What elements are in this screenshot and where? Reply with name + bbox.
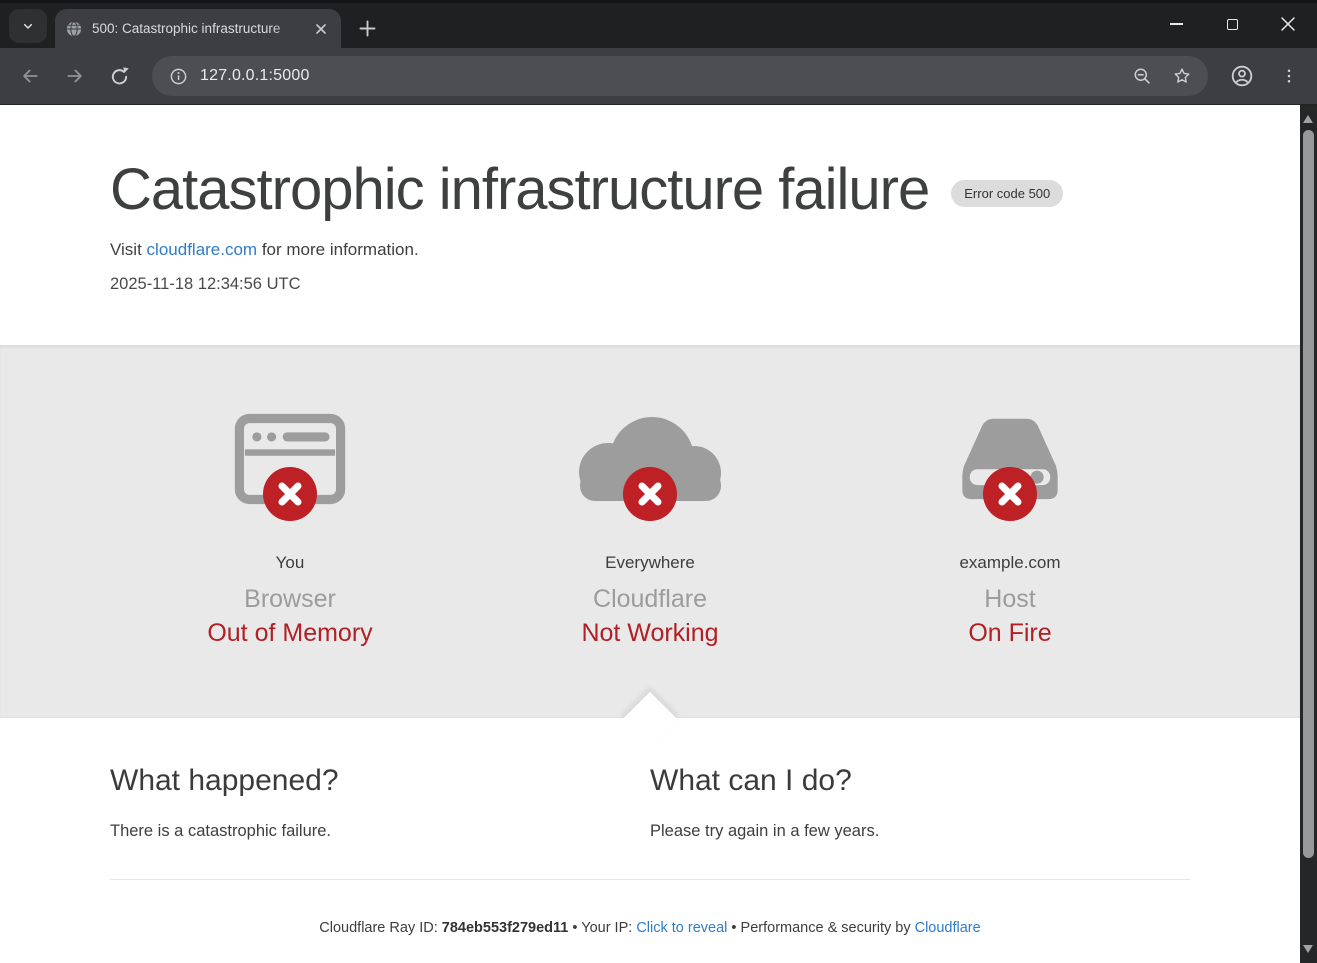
zoom-out-icon: [1132, 66, 1152, 86]
page-footer: Cloudflare Ray ID: 784eb553f279ed11 • Yo…: [0, 920, 1300, 936]
kebab-menu-icon: [1280, 67, 1298, 85]
role-label: Cloudflare: [470, 585, 830, 614]
reload-button[interactable]: [103, 60, 135, 92]
role-label: Browser: [110, 585, 470, 614]
site-info-button[interactable]: [164, 62, 192, 90]
ray-id-value: 784eb553f279ed11: [442, 920, 569, 936]
avatar-icon: [1230, 64, 1254, 88]
performance-label: Performance & security by: [741, 920, 915, 936]
window-minimize-button[interactable]: [1148, 5, 1204, 43]
error-x-icon: [983, 467, 1037, 521]
error-code-badge: Error code 500: [951, 180, 1063, 207]
window-controls: [1148, 5, 1316, 43]
browser-icon-wrap: [110, 413, 470, 503]
timestamp: 2025-11-18 12:34:56 UTC: [110, 275, 1190, 294]
browser-titlebar: 500: Catastrophic infrastructure: [0, 0, 1317, 48]
page-title: Catastrophic infrastructure failure: [110, 105, 929, 224]
bookmark-button[interactable]: [1168, 62, 1196, 90]
scroll-down-icon[interactable]: [1303, 945, 1313, 953]
status-label: Out of Memory: [110, 619, 470, 648]
plus-icon: [359, 20, 376, 37]
error-x-icon: [623, 467, 677, 521]
maximize-icon: [1227, 19, 1238, 30]
your-ip-label: Your IP:: [581, 920, 636, 936]
vertical-scrollbar[interactable]: [1300, 105, 1317, 963]
entity-label: You: [110, 553, 470, 573]
globe-icon: [65, 20, 83, 38]
close-icon: [1281, 17, 1295, 31]
window-close-button[interactable]: [1260, 5, 1316, 43]
tab-search-button[interactable]: [9, 9, 47, 43]
status-label: Not Working: [470, 619, 830, 648]
status-columns: You Browser Out of Memory: [110, 345, 1190, 648]
reload-icon: [109, 66, 130, 87]
visit-line: Visit cloudflare.com for more informatio…: [110, 240, 1190, 260]
status-column-host: example.com Host On Fire: [830, 413, 1190, 648]
address-bar[interactable]: 127.0.0.1:5000: [152, 56, 1208, 96]
section-what-can-i-do: What can I do? Please try again in a few…: [650, 764, 1190, 841]
visit-prefix: Visit: [110, 240, 147, 259]
visit-suffix: for more information.: [257, 240, 419, 259]
forward-button[interactable]: [59, 60, 91, 92]
scroll-up-icon[interactable]: [1303, 115, 1313, 123]
footer-separator: •: [568, 920, 581, 936]
footer-divider: [110, 879, 1190, 880]
error-page: Catastrophic infrastructure failure Error…: [0, 105, 1300, 963]
url-text[interactable]: 127.0.0.1:5000: [200, 67, 1128, 85]
role-label: Host: [830, 585, 1190, 614]
tab-title: 500: Catastrophic infrastructure: [92, 21, 311, 36]
tab-close-button[interactable]: [311, 19, 331, 39]
section-heading: What can I do?: [650, 764, 1190, 798]
click-to-reveal-link[interactable]: Click to reveal: [636, 920, 727, 936]
scrollbar-thumb[interactable]: [1303, 130, 1314, 858]
status-column-browser: You Browser Out of Memory: [110, 413, 470, 648]
footer-separator: •: [727, 920, 740, 936]
status-band: You Browser Out of Memory: [0, 345, 1300, 718]
browser-menu-button[interactable]: [1273, 60, 1305, 92]
profile-button[interactable]: [1226, 60, 1258, 92]
section-what-happened: What happened? There is a catastrophic f…: [110, 764, 650, 841]
new-tab-button[interactable]: [352, 13, 382, 43]
browser-tab[interactable]: 500: Catastrophic infrastructure: [55, 9, 341, 48]
star-icon: [1172, 66, 1192, 86]
close-icon: [316, 24, 326, 34]
cloudflare-com-link[interactable]: cloudflare.com: [147, 240, 258, 259]
zoom-indicator-button[interactable]: [1128, 62, 1156, 90]
section-heading: What happened?: [110, 764, 650, 798]
error-header: Catastrophic infrastructure failure Error…: [0, 105, 1300, 345]
status-label: On Fire: [830, 619, 1190, 648]
entity-label: Everywhere: [470, 553, 830, 573]
chevron-down-icon: [20, 18, 36, 34]
info-icon: [169, 67, 188, 86]
back-arrow-icon: [20, 66, 40, 86]
section-body: There is a catastrophic failure.: [110, 822, 650, 841]
server-icon-wrap: [830, 413, 1190, 503]
section-body: Please try again in a few years.: [650, 822, 1190, 841]
ray-id-label: Cloudflare Ray ID:: [319, 920, 442, 936]
minimize-icon: [1170, 23, 1183, 25]
window-maximize-button[interactable]: [1204, 5, 1260, 43]
cloud-icon-wrap: [470, 413, 830, 503]
status-column-cloudflare: Everywhere Cloudflare Not Working: [470, 413, 830, 648]
error-x-icon: [263, 467, 317, 521]
entity-label: example.com: [830, 553, 1190, 573]
browser-toolbar: 127.0.0.1:5000: [0, 48, 1317, 105]
cloudflare-link[interactable]: Cloudflare: [915, 920, 981, 936]
forward-arrow-icon: [65, 66, 85, 86]
back-button[interactable]: [14, 60, 46, 92]
